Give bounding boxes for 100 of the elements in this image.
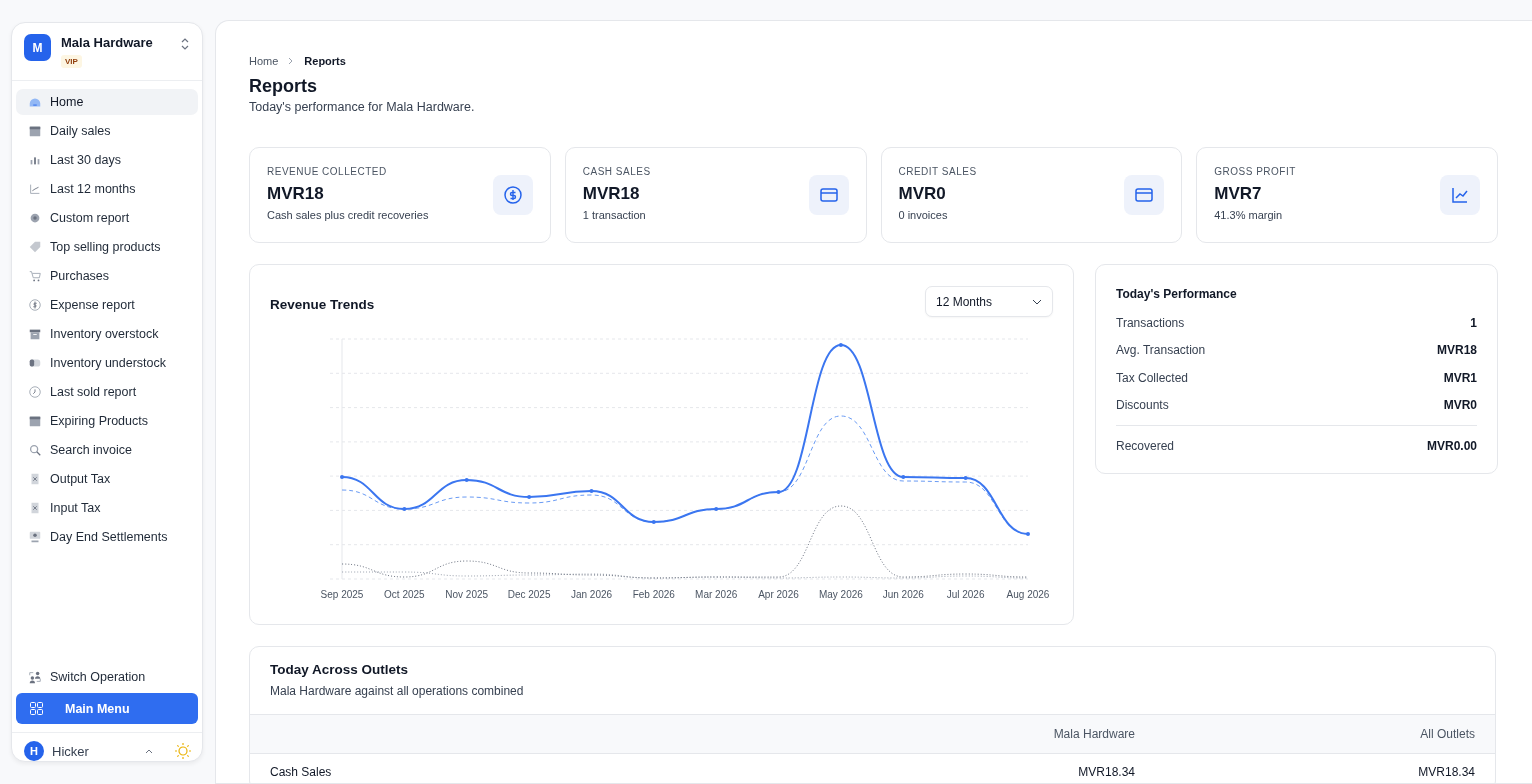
- outlets-title: Today Across Outlets: [270, 662, 410, 677]
- column-header: Mala Hardware: [661, 714, 1155, 754]
- page-title: Reports: [249, 76, 318, 97]
- data-point: [589, 489, 594, 493]
- store-avatar: M: [24, 34, 51, 61]
- stat-label: CREDIT SALES: [898, 166, 977, 177]
- people-swap-icon: [28, 670, 42, 684]
- data-point: [527, 495, 532, 499]
- axis-label: Jul 2026: [946, 589, 985, 600]
- nav-icon: [28, 240, 42, 254]
- table-cell: MVR18.34: [661, 753, 1155, 784]
- nav-item[interactable]: Top selling products: [16, 234, 198, 260]
- switch-operation-item[interactable]: Switch Operation: [16, 664, 198, 690]
- axis-label: Oct 2025: [384, 589, 425, 600]
- nav-icon: [28, 385, 42, 399]
- vip-badge: VIP: [61, 55, 82, 68]
- stat-label: REVENUE COLLECTED: [267, 166, 388, 177]
- nav-icon: [28, 182, 42, 196]
- user-name: Hicker: [52, 743, 89, 759]
- data-point: [340, 475, 344, 479]
- nav-item[interactable]: Day End Settlements: [16, 524, 198, 550]
- breadcrumb-link[interactable]: Home: [249, 55, 279, 67]
- user-avatar: H: [24, 741, 44, 761]
- metric-label: Recovered: [1116, 439, 1175, 453]
- axis-label: May 2026: [818, 589, 863, 600]
- nav-icon: [28, 124, 42, 138]
- data-point: [651, 520, 656, 524]
- metric-value: MVR0.00: [1426, 439, 1477, 453]
- nav-item[interactable]: Last 12 months: [16, 176, 198, 202]
- axis-label: Sep 2025: [320, 589, 364, 600]
- axis-label: Apr 2026: [758, 589, 799, 600]
- card-icon: [1124, 175, 1165, 215]
- nav-item[interactable]: Search invoice: [16, 437, 198, 463]
- data-point: [963, 476, 968, 480]
- stat-label: CASH SALES: [582, 166, 651, 177]
- breadcrumb-link[interactable]: Reports: [304, 55, 346, 67]
- table-cell: Cash Sales: [250, 753, 662, 784]
- stat-note: Cash sales plus credit recoveries: [267, 209, 429, 221]
- stat-value: MVR18: [582, 184, 641, 204]
- nav-icon: [28, 530, 42, 544]
- stat-note: 1 transaction: [582, 209, 647, 221]
- data-point: [776, 490, 781, 494]
- outlets-subtitle: Mala Hardware against all operations combined: [270, 684, 525, 698]
- dollar-icon: [492, 175, 533, 215]
- card-icon: [808, 175, 849, 215]
- nav-item[interactable]: Expense report: [16, 292, 198, 318]
- nav-icon: [28, 327, 42, 341]
- stat-label: GROSS PROFIT: [1214, 166, 1296, 177]
- nav-item[interactable]: Last sold report: [16, 379, 198, 405]
- chevron-down-icon: [1032, 298, 1042, 305]
- chevron-right-icon: [288, 57, 295, 65]
- stat-value: MVR0: [898, 184, 947, 204]
- performance-title: Today's Performance: [1116, 287, 1238, 301]
- data-point: [1026, 532, 1030, 536]
- nav-item[interactable]: Input Tax: [16, 495, 198, 521]
- main-menu-button[interactable]: Main Menu: [16, 693, 198, 724]
- axis-label: Dec 2025: [507, 589, 551, 600]
- axis-label: Feb 2026: [632, 589, 675, 600]
- nav-icon: [28, 443, 42, 457]
- metric-value: MVR18: [1437, 343, 1477, 358]
- data-point: [464, 478, 469, 482]
- nav-item[interactable]: Daily sales: [16, 118, 198, 144]
- metric-value: MVR0: [1443, 398, 1477, 413]
- metric-value: MVR1: [1443, 370, 1477, 385]
- chevrons-icon[interactable]: [180, 37, 190, 51]
- nav-item[interactable]: Home: [16, 89, 198, 115]
- axis-label: Aug 2026: [1006, 589, 1050, 600]
- data-point: [402, 507, 407, 511]
- axis-label: Jan 2026: [570, 589, 613, 600]
- store-name: Mala Hardware: [61, 35, 153, 50]
- nav-item[interactable]: Purchases: [16, 263, 198, 289]
- metric-label: Avg. Transaction: [1116, 343, 1206, 358]
- chart-title: Revenue Trends: [270, 297, 375, 312]
- nav-icon: [28, 269, 42, 283]
- table-cell: MVR18.34: [1155, 753, 1495, 784]
- stat-value: MVR18: [267, 184, 325, 204]
- stat-note: 41.3% margin: [1214, 209, 1284, 221]
- axis-label: Jun 2026: [882, 589, 924, 600]
- axis-label: Nov 2025: [445, 589, 489, 600]
- page-subtitle: Today's performance for Mala Hardware.: [249, 100, 476, 114]
- stat-note: 0 invoices: [898, 209, 949, 221]
- data-point: [901, 475, 906, 479]
- nav-item[interactable]: Output Tax: [16, 466, 198, 492]
- axis-label: Mar 2026: [695, 589, 738, 600]
- metric-label: Transactions: [1116, 315, 1185, 330]
- nav-item[interactable]: Last 30 days: [16, 147, 198, 173]
- nav-item[interactable]: Inventory overstock: [16, 321, 198, 347]
- metric-label: Discounts: [1116, 398, 1169, 413]
- nav-item[interactable]: Expiring Products: [16, 408, 198, 434]
- nav-icon: [28, 414, 42, 428]
- nav-item[interactable]: Custom report: [16, 205, 198, 231]
- column-header: All Outlets: [1155, 714, 1495, 754]
- line-chart-icon: [1440, 175, 1480, 215]
- grid-icon: [30, 702, 43, 715]
- nav-item[interactable]: Inventory understock: [16, 350, 198, 376]
- caret-up-icon[interactable]: [144, 747, 154, 755]
- range-dropdown[interactable]: 12 Months: [924, 286, 1053, 317]
- data-point: [838, 343, 843, 347]
- nav-icon: [28, 211, 42, 225]
- data-point: [714, 507, 719, 511]
